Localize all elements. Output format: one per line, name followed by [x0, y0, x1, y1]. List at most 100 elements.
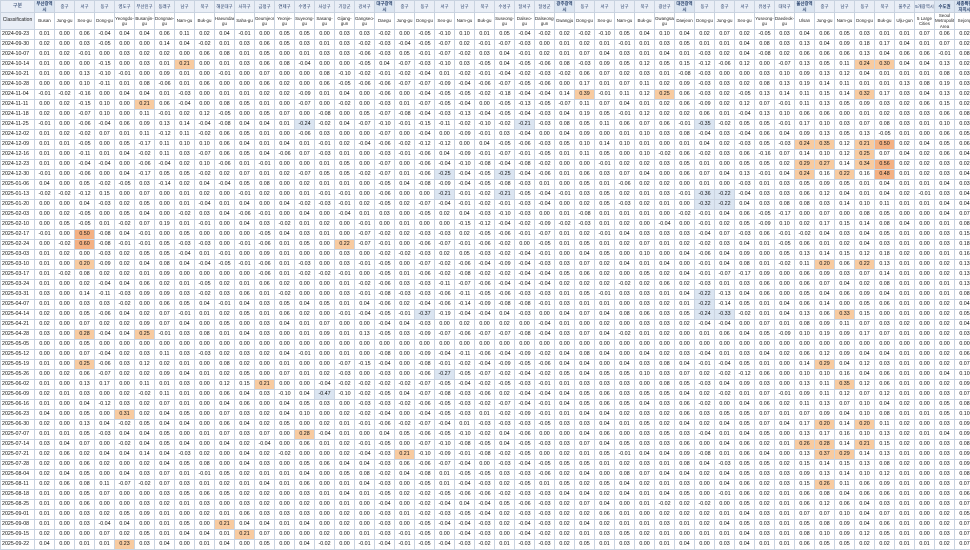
value-cell: 0.04	[235, 300, 255, 310]
value-cell: 0.01	[395, 270, 415, 280]
value-cell: 0.03	[555, 330, 575, 340]
value-cell: 0.09	[795, 70, 815, 80]
value-cell: 0.06	[575, 270, 595, 280]
value-cell: -0.08	[375, 290, 395, 300]
value-cell: 0.28	[75, 330, 95, 340]
value-cell: 0.00	[675, 330, 695, 340]
value-cell: 0.02	[735, 80, 755, 90]
value-cell: 0.01	[895, 290, 915, 300]
column-header-en: Haeundae-gu	[215, 13, 235, 30]
value-cell: 0.00	[115, 190, 135, 200]
value-cell: 0.07	[575, 50, 595, 60]
value-cell: 0.02	[335, 510, 355, 520]
value-cell: 0.19	[935, 80, 955, 90]
value-cell: 0.07	[955, 360, 970, 370]
value-cell: 0.21	[395, 450, 415, 460]
value-cell: 0.05	[235, 100, 255, 110]
value-cell: 0.04	[955, 300, 970, 310]
value-cell: -0.02	[315, 540, 335, 550]
value-cell: 0.02	[955, 60, 970, 70]
value-cell: 0.01	[335, 330, 355, 340]
column-header-en: Yuseong-gu	[755, 13, 775, 30]
value-cell: 0.00	[275, 440, 295, 450]
value-cell: 0.00	[275, 330, 295, 340]
value-cell: -0.07	[295, 100, 315, 110]
value-cell: 0.01	[315, 230, 335, 240]
value-cell: 0.05	[155, 250, 175, 260]
value-cell: 0.03	[75, 520, 95, 530]
value-cell: 0.16	[815, 170, 835, 180]
value-cell: 0.03	[715, 540, 735, 550]
value-cell: 0.04	[215, 440, 235, 450]
value-cell: -0.01	[535, 400, 555, 410]
value-cell: 0.00	[195, 520, 215, 530]
value-cell: 0.03	[35, 290, 55, 300]
header-row-korean: 구분부산광역시중구서구동구영도구부산진구동래구남구북구해운대구사하구금정구연제구…	[1, 1, 970, 13]
table-row: 2024-09-300.020.000.03-0.050.000.000.140…	[1, 40, 970, 50]
value-cell: 0.02	[115, 250, 135, 260]
value-cell: 0.08	[675, 130, 695, 140]
value-cell: 0.01	[895, 370, 915, 380]
value-cell: -0.01	[155, 330, 175, 340]
value-cell: 0.04	[715, 380, 735, 390]
value-cell: -0.04	[695, 350, 715, 360]
value-cell: -0.06	[75, 120, 95, 130]
value-cell: 0.03	[615, 50, 635, 60]
value-cell: -0.03	[415, 320, 435, 330]
value-cell: 0.05	[735, 520, 755, 530]
value-cell: 0.00	[595, 130, 615, 140]
value-cell: 0.04	[155, 410, 175, 420]
value-cell: 0.02	[655, 80, 675, 90]
value-cell: 0.06	[695, 110, 715, 120]
value-cell: 0.03	[935, 500, 955, 510]
value-cell: 0.01	[875, 80, 895, 90]
value-cell: -0.04	[395, 40, 415, 50]
value-cell: -0.01	[175, 310, 195, 320]
value-cell: 0.02	[135, 50, 155, 60]
value-cell: 0.13	[795, 450, 815, 460]
value-cell: -0.05	[755, 30, 775, 40]
value-cell: -0.03	[435, 510, 455, 520]
value-cell: 0.13	[795, 310, 815, 320]
value-cell: -0.01	[455, 200, 475, 210]
value-cell: -0.05	[435, 100, 455, 110]
value-cell: 0.04	[235, 520, 255, 530]
value-cell: 0.13	[955, 260, 970, 270]
value-cell: 0.00	[295, 530, 315, 540]
value-cell: 0.02	[95, 270, 115, 280]
value-cell: 0.15	[835, 220, 855, 230]
value-cell: -0.07	[475, 370, 495, 380]
value-cell: 0.04	[895, 60, 915, 70]
value-cell: 0.05	[135, 530, 155, 540]
value-cell: 0.10	[635, 150, 655, 160]
value-cell: -0.05	[195, 280, 215, 290]
value-cell: 0.01	[895, 180, 915, 190]
value-cell: 0.03	[335, 30, 355, 40]
value-cell: -0.05	[735, 90, 755, 100]
value-cell: 0.06	[255, 80, 275, 90]
table-row: 2025-07-140.030.040.070.00-0.020.040.050…	[1, 440, 970, 450]
value-cell: 0.08	[955, 400, 970, 410]
value-cell: 0.04	[495, 60, 515, 70]
value-cell: 0.01	[535, 180, 555, 190]
value-cell: 0.04	[695, 140, 715, 150]
value-cell: 0.01	[615, 210, 635, 220]
value-cell: 0.07	[255, 70, 275, 80]
value-cell: 0.04	[135, 430, 155, 440]
value-cell: 0.00	[295, 160, 315, 170]
table-row: 2025-05-050.000.000.050.000.000.000.000.…	[1, 340, 970, 350]
value-cell: 0.02	[215, 370, 235, 380]
value-cell: 0.01	[895, 280, 915, 290]
value-cell: 0.02	[35, 390, 55, 400]
value-cell: -0.04	[435, 500, 455, 510]
value-cell: 0.03	[835, 270, 855, 280]
value-cell: 0.01	[635, 50, 655, 60]
value-cell: 0.04	[135, 260, 155, 270]
value-cell: 0.03	[815, 200, 835, 210]
value-cell: 0.00	[55, 40, 75, 50]
value-cell: -0.05	[475, 170, 495, 180]
value-cell: -0.02	[55, 90, 75, 100]
value-cell: 0.00	[55, 490, 75, 500]
value-cell: -0.02	[395, 380, 415, 390]
value-cell: 0.05	[155, 240, 175, 250]
